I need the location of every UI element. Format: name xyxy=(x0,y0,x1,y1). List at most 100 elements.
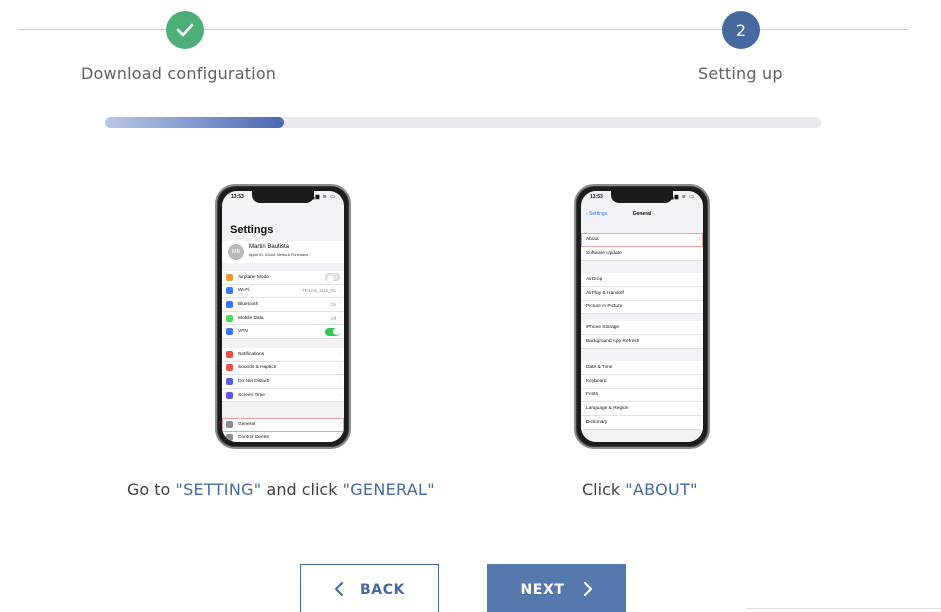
phone-notch xyxy=(611,191,673,203)
settings-row-label: Mobile Data xyxy=(238,315,264,321)
profile-name: Martin Bautista xyxy=(249,244,290,250)
settings-row-label: Control Centre xyxy=(238,435,270,441)
general-row: Software Update › xyxy=(581,247,703,261)
progress-bar xyxy=(105,117,821,128)
settings-row-label: Airplane Mode xyxy=(238,274,269,280)
settings-row-icon xyxy=(226,364,233,372)
caption-text: and click xyxy=(261,480,343,499)
general-group: AirDrop › AirPlay & Handoff › Picture in Pic… xyxy=(581,273,703,315)
settings-row-value: On xyxy=(330,301,336,307)
chevron-right-icon: › xyxy=(339,351,341,358)
chevron-left-icon xyxy=(334,581,344,600)
chevron-right-icon: › xyxy=(698,303,700,310)
phone-general-illustration: 13:53 ▂▄▆ ≋ ▭ ‹ Settings General About › S… xyxy=(574,184,710,449)
general-row: Picture in Picture › xyxy=(581,301,703,315)
general-row-label: AirPlay & Handoff xyxy=(586,290,624,296)
divider xyxy=(746,608,941,609)
chevron-right-icon: › xyxy=(698,338,700,345)
settings-group-connectivity: Airplane Mode Wi-Fi TP-Link_1122_5G › Blueto… xyxy=(222,271,344,339)
settings-row-icon xyxy=(226,350,233,358)
toggle-switch xyxy=(325,327,340,336)
general-group: Date & Time › Keyboard › Fonts › Language & Re… xyxy=(581,361,703,430)
settings-row: Notifications › xyxy=(222,348,344,362)
settings-row-label: Screen Time xyxy=(238,392,265,398)
progress-bar-fill xyxy=(105,117,284,128)
settings-group-general: General › Control Centre › xyxy=(222,418,344,442)
settings-row-icon xyxy=(226,287,233,295)
settings-row-icon xyxy=(226,328,233,336)
general-row: About › xyxy=(581,233,703,247)
phone-screen: 13:53 ▂▄▆ ≋ ▭ Settings MB Martin Bautist… xyxy=(222,191,344,442)
chevron-right-icon: › xyxy=(698,250,700,257)
settings-row-value: TP-Link_1122_5G xyxy=(302,288,336,294)
general-row-label: Dictionary xyxy=(586,420,608,426)
chevron-right-icon: › xyxy=(339,364,341,371)
step-2-label: Setting up xyxy=(698,64,783,83)
chevron-right-icon: › xyxy=(698,324,700,331)
next-button-label: NEXT xyxy=(520,582,565,598)
general-row-label: Language & Region xyxy=(586,406,629,412)
general-row: Dictionary › xyxy=(581,416,703,430)
settings-row-icon xyxy=(226,377,233,385)
settings-row-label: General xyxy=(238,421,256,427)
chevron-right-icon: › xyxy=(339,301,341,308)
step-1-label: Download configuration xyxy=(81,64,277,83)
general-row: Keyboard › xyxy=(581,375,703,389)
caption-keyword: "ABOUT" xyxy=(625,480,698,499)
settings-row: VPN xyxy=(222,325,344,339)
general-group: iPhone Storage › Background App Refresh › xyxy=(581,321,703,349)
general-row: Date & Time › xyxy=(581,361,703,375)
general-row-label: iPhone Storage xyxy=(586,324,620,330)
back-button[interactable]: BACK xyxy=(300,564,439,612)
profile-subtitle: Apple ID, iCloud, Media & Purchases xyxy=(249,253,309,257)
next-button[interactable]: NEXT xyxy=(487,564,626,612)
chevron-right-icon: › xyxy=(698,378,700,385)
status-time: 13:53 xyxy=(231,194,244,200)
chevron-right-icon: › xyxy=(698,276,700,283)
toggle-switch xyxy=(325,273,340,282)
phone-notch xyxy=(252,191,314,203)
caption-keyword: "GENERAL" xyxy=(342,480,435,499)
general-row-label: Fonts xyxy=(586,392,598,398)
step-2-number: 2 xyxy=(722,11,760,49)
status-time: 13:53 xyxy=(590,194,603,200)
settings-row-label: Sounds & Haptics xyxy=(238,365,277,371)
settings-row: Control Centre › xyxy=(222,432,344,442)
general-row: AirPlay & Handoff › xyxy=(581,287,703,301)
settings-row-icon xyxy=(226,314,233,322)
phone-screen: 13:53 ▂▄▆ ≋ ▭ ‹ Settings General About › S… xyxy=(581,191,703,442)
settings-row: Wi-Fi TP-Link_1122_5G › xyxy=(222,285,344,299)
general-row-label: Software Update xyxy=(586,250,622,256)
general-row: Fonts › xyxy=(581,389,703,403)
stepper-line xyxy=(18,29,908,30)
general-row-label: Background App Refresh xyxy=(586,338,640,344)
settings-row: Sounds & Haptics › xyxy=(222,362,344,376)
general-row: Background App Refresh › xyxy=(581,335,703,349)
settings-row-label: Wi-Fi xyxy=(238,288,250,294)
chevron-right-icon: › xyxy=(339,315,341,322)
settings-row-icon xyxy=(226,434,233,442)
settings-row-icon xyxy=(226,391,233,399)
general-row-label: AirDrop xyxy=(586,276,603,282)
chevron-right-icon: › xyxy=(339,287,341,294)
settings-row: Mobile Data Off › xyxy=(222,312,344,326)
settings-row: Airplane Mode xyxy=(222,271,344,285)
general-row: Language & Region › xyxy=(581,402,703,417)
chevron-right-icon: › xyxy=(339,434,341,441)
settings-row-label: Notifications xyxy=(238,351,265,357)
settings-row: Bluetooth On › xyxy=(222,298,344,312)
step-1-complete-check-icon xyxy=(166,11,204,49)
settings-row-icon xyxy=(226,273,233,281)
caption-text: Go to xyxy=(127,480,176,499)
nav-title: General xyxy=(632,211,652,217)
general-row: AirDrop › xyxy=(581,273,703,287)
chevron-right-icon: › xyxy=(698,405,700,412)
chevron-right-icon: › xyxy=(339,378,341,385)
chevron-right-icon: › xyxy=(339,421,341,428)
settings-row-value: Off xyxy=(330,315,336,321)
general-row-label: Date & Time xyxy=(586,364,613,370)
caption-keyword: "SETTING" xyxy=(175,480,262,499)
general-row-label: Picture in Picture xyxy=(586,304,623,310)
settings-group-notifications: Notifications › Sounds & Haptics › Do Not Di… xyxy=(222,348,344,403)
general-row-label: About xyxy=(586,236,599,242)
